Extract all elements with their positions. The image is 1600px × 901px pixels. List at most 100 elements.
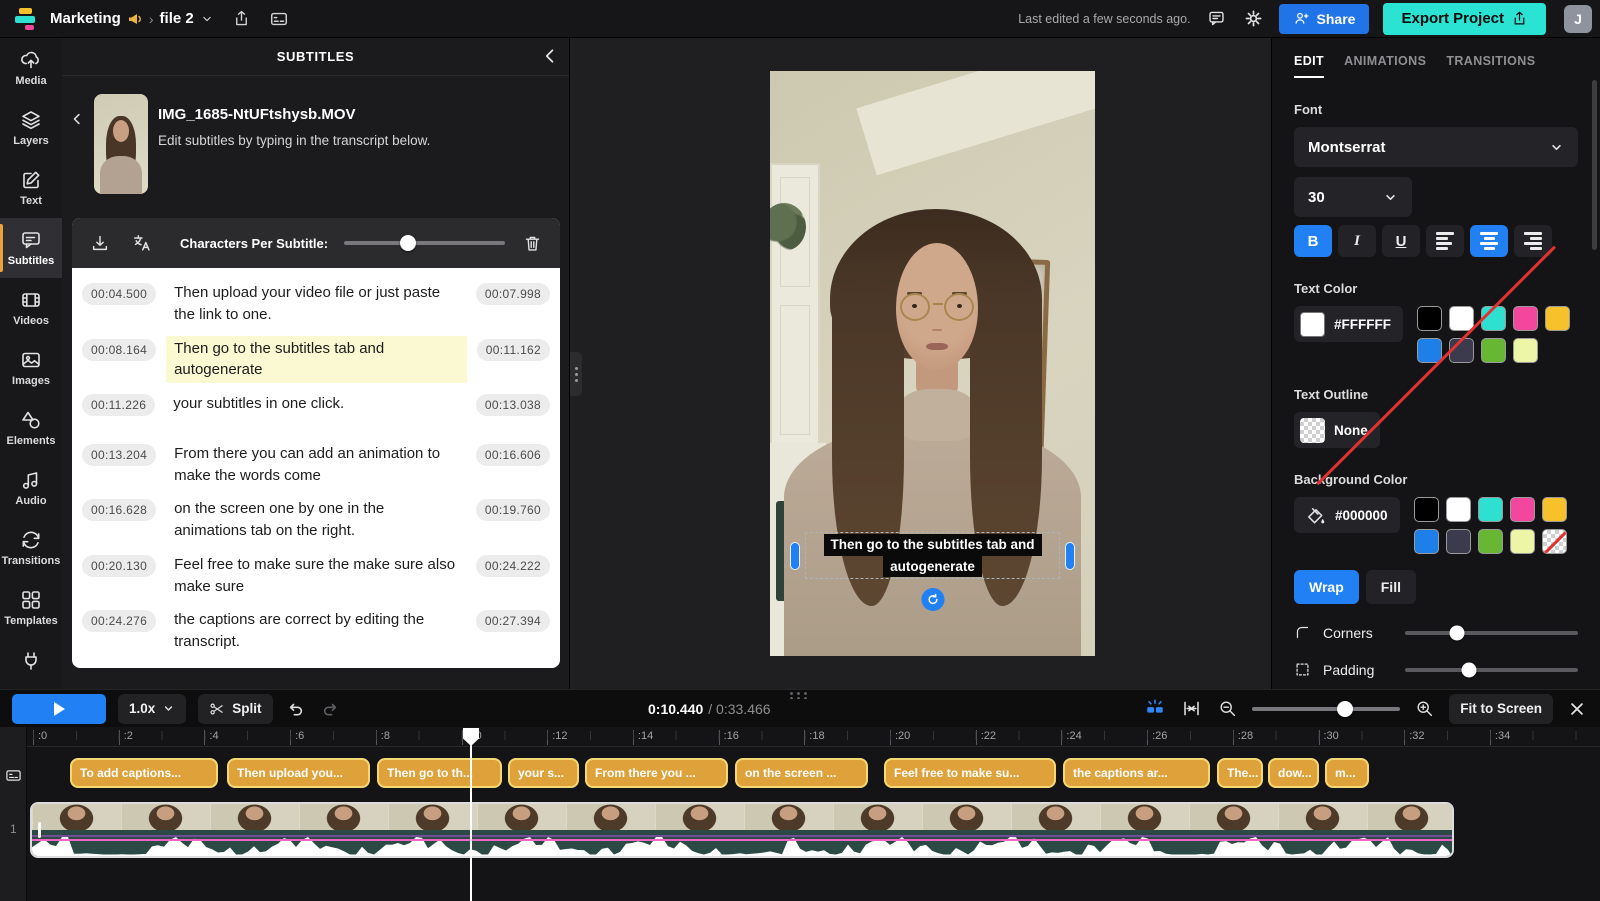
timeline-subtitle-block[interactable]: the captions ar... [1063,758,1210,788]
padding-slider[interactable] [1405,662,1578,678]
text-color-swatch-f6c12b[interactable] [1545,306,1570,331]
background-color-swatch-f2479c[interactable] [1510,497,1535,522]
background-color-swatch-000000[interactable] [1414,497,1439,522]
timeline-subtitle-block[interactable]: on the screen ... [735,758,868,788]
share-button[interactable]: Share [1279,4,1370,34]
corners-slider[interactable] [1405,625,1578,641]
fill-button[interactable]: Fill [1366,570,1416,604]
subtitle-end-time[interactable]: 00:27.394 [476,610,550,632]
tab-edit[interactable]: EDIT [1294,54,1324,78]
text-color-swatch-2ee0cf[interactable] [1481,306,1506,331]
sidebar-item-images[interactable]: Images [0,338,62,398]
download-subtitles-icon[interactable] [88,231,112,255]
sidebar-item-plugins[interactable] [0,638,62,684]
background-color-chip[interactable]: #000000 [1294,497,1400,533]
subtitle-end-time[interactable]: 00:19.760 [476,499,550,521]
redo-icon[interactable] [319,698,341,720]
chars-per-subtitle-slider[interactable] [344,235,505,251]
tab-transitions[interactable]: TRANSITIONS [1446,54,1535,78]
text-color-swatch-f2479c[interactable] [1513,306,1538,331]
caption-left-handle[interactable] [790,542,800,570]
subtitle-text[interactable]: the captions are correct by editing the … [166,607,466,655]
play-button[interactable] [12,694,106,724]
export-project-button[interactable]: Export Project [1383,3,1546,35]
subtitle-start-time[interactable]: 00:20.130 [82,555,156,577]
sidebar-item-elements[interactable]: Elements [0,398,62,458]
timeline-subtitle-block[interactable]: Feel free to make su... [884,758,1056,788]
timeline-subtitle-block[interactable]: m... [1325,758,1369,788]
clip-trim-handle[interactable] [38,822,41,838]
background-color-swatch-2ee0cf[interactable] [1478,497,1503,522]
fit-to-screen-button[interactable]: Fit to Screen [1449,694,1553,724]
subtitle-text[interactable]: your subtitles in one click. [165,391,466,417]
background-color-swatch-transparent[interactable] [1542,529,1567,554]
sidebar-item-templates[interactable]: Templates [0,578,62,638]
text-color-swatch-edf5a6[interactable] [1513,338,1538,363]
subtitle-end-time[interactable]: 00:07.998 [476,283,550,305]
subtitle-text[interactable]: on the screen one by one in the animatio… [166,496,466,544]
background-color-swatch-edf5a6[interactable] [1510,529,1535,554]
video-clip[interactable] [30,802,1454,858]
collapse-panel-icon[interactable] [541,47,559,65]
sidebar-item-audio[interactable]: Audio [0,458,62,518]
split-button[interactable]: Split [198,694,272,724]
close-timeline-icon[interactable] [1566,698,1588,720]
sidebar-item-layers[interactable]: Layers [0,98,62,158]
subtitle-track-icon[interactable] [5,767,22,784]
breadcrumb-folder[interactable]: Marketing [50,10,121,27]
subtitle-end-time[interactable]: 00:24.222 [476,555,550,577]
text-color-swatch-67b735[interactable] [1481,338,1506,363]
subtitle-end-time[interactable]: 00:11.162 [477,339,550,361]
subtitle-text[interactable]: Feel free to make sure the make sure als… [166,552,466,600]
fit-timeline-icon[interactable] [1180,697,1203,720]
subtitle-start-time[interactable]: 00:13.204 [82,444,156,466]
subtitle-text[interactable]: Then go to the subtitles tab and autogen… [166,336,467,384]
timeline-subtitle-block[interactable]: Then go to th... [377,758,502,788]
subtitle-end-time[interactable]: 00:16.606 [476,444,550,466]
timeline-subtitle-block[interactable]: The... [1217,758,1263,788]
video-preview[interactable]: Then go to the subtitles tab and autogen… [770,71,1095,656]
timeline-ruler[interactable]: :0:2:4:6:8:10:12:14:16:18:20:22:24:26:28… [0,727,1600,747]
panel-resize-grip[interactable] [570,352,582,396]
caption-selection-box[interactable]: Then go to the subtitles tab and autogen… [806,533,1059,578]
caption-right-handle[interactable] [1065,542,1075,570]
subtitle-start-time[interactable]: 00:24.276 [82,610,156,632]
subtitle-start-time[interactable]: 00:04.500 [82,283,156,305]
timeline-subtitle-block[interactable]: From there you ... [585,758,728,788]
caption-overlay[interactable]: Then go to the subtitles tab and autogen… [806,533,1059,578]
sidebar-item-media[interactable]: Media [0,38,62,98]
underline-button[interactable]: U [1382,225,1420,257]
zoom-out-icon[interactable] [1216,697,1239,720]
sidebar-item-text[interactable]: Text [0,158,62,218]
subtitle-text[interactable]: Then upload your video file or just past… [166,280,466,328]
video-thumbnail[interactable] [94,94,148,194]
tab-animations[interactable]: ANIMATIONS [1344,54,1426,78]
subtitle-end-time[interactable]: 00:13.038 [476,394,550,416]
chevron-down-icon[interactable] [200,12,214,26]
background-color-swatch-3b3b4d[interactable] [1446,529,1471,554]
text-color-swatch-3b3b4d[interactable] [1449,338,1474,363]
timeline-zoom-slider[interactable] [1252,701,1400,717]
subtitle-start-time[interactable]: 00:16.628 [82,499,156,521]
text-color-chip[interactable]: #FFFFFF [1294,306,1403,342]
timeline-subtitle-block[interactable]: your s... [508,758,579,788]
background-color-swatch-f6c12b[interactable] [1542,497,1567,522]
playback-speed-select[interactable]: 1.0x [118,694,186,724]
background-color-swatch-67b735[interactable] [1478,529,1503,554]
timeline-resize-grip[interactable] [788,691,810,699]
user-avatar[interactable]: J [1564,5,1592,33]
zoom-in-icon[interactable] [1413,697,1436,720]
background-color-swatch-ffffff[interactable] [1446,497,1471,522]
bold-button[interactable]: B [1294,225,1332,257]
undo-icon[interactable] [285,698,307,720]
kapwing-logo[interactable] [12,6,42,32]
comments-icon[interactable] [1205,7,1228,30]
background-color-swatch-1f7fe8[interactable] [1414,529,1439,554]
delete-subtitles-icon[interactable] [521,232,544,255]
inspector-scrollbar[interactable] [1592,80,1597,250]
preview-canvas[interactable]: Then go to the subtitles tab and autogen… [570,38,1272,689]
sidebar-item-subtitles[interactable]: Subtitles [0,218,62,278]
snapping-toggle-icon[interactable] [1143,697,1167,721]
translate-icon[interactable] [130,231,154,255]
subtitle-start-time[interactable]: 00:08.164 [82,339,156,361]
